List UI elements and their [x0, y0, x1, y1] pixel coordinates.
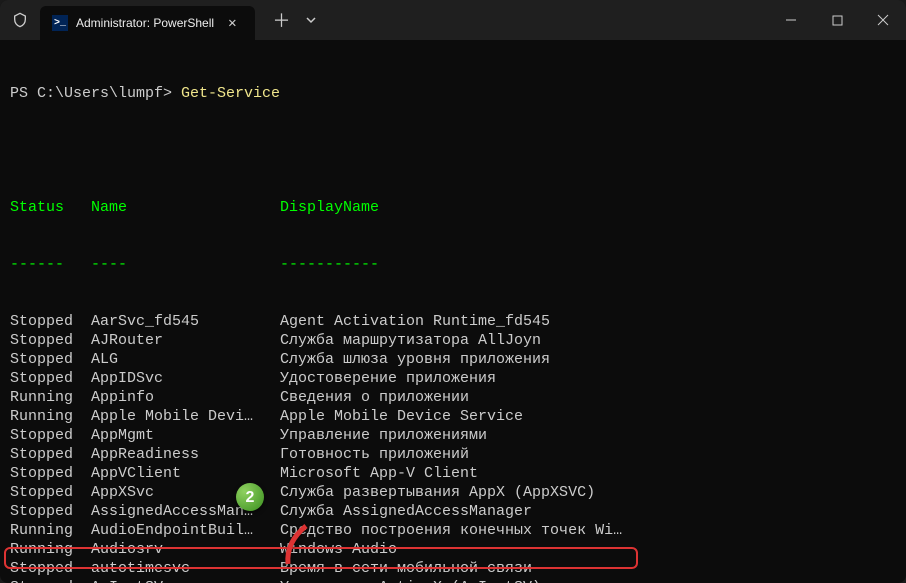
service-row: StoppedAarSvc_fd545Agent Activation Runt… [10, 312, 896, 331]
service-row: StoppedAppMgmtУправление приложениями [10, 426, 896, 445]
terminal-output[interactable]: PS C:\Users\lumpf> Get-Service StatusNam… [0, 40, 906, 583]
callout-arrow-icon [222, 503, 316, 583]
titlebar: >_ Administrator: PowerShell ✕ ＋ [0, 0, 906, 40]
prompt: PS C:\Users\lumpf> [10, 85, 181, 102]
maximize-button[interactable] [814, 0, 860, 40]
window-controls [768, 0, 906, 40]
minimize-button[interactable] [768, 0, 814, 40]
command: Get-Service [181, 85, 280, 102]
terminal-window: >_ Administrator: PowerShell ✕ ＋ PS C:\U… [0, 0, 906, 583]
tab-powershell[interactable]: >_ Administrator: PowerShell ✕ [40, 6, 255, 40]
header-displayname: DisplayName [280, 198, 379, 217]
service-row: StoppedAxInstSVУстановщик ActiveX (AxIns… [10, 578, 896, 583]
powershell-icon: >_ [52, 15, 68, 31]
service-row: RunningApple Mobile Devi…Apple Mobile De… [10, 407, 896, 426]
new-tab-button[interactable]: ＋ [265, 3, 299, 37]
service-row: StoppedAssignedAccessMan…Служба Assigned… [10, 502, 896, 521]
service-row: RunningAudiosrvWindows Audio [10, 540, 896, 559]
shield-icon [0, 12, 40, 28]
service-row: RunningAppinfoСведения о приложении [10, 388, 896, 407]
tab-title: Administrator: PowerShell [76, 16, 214, 30]
chevron-down-icon[interactable] [305, 14, 317, 26]
service-row: StoppedautotimesvcВремя в сети мобильной… [10, 559, 896, 578]
close-tab-icon[interactable]: ✕ [222, 13, 242, 34]
service-row: StoppedAppIDSvcУдостоверение приложения [10, 369, 896, 388]
service-row: StoppedAppReadinessГотовность приложений [10, 445, 896, 464]
service-row: StoppedALGСлужба шлюза уровня приложения [10, 350, 896, 369]
service-row: StoppedAJRouterСлужба маршрутизатора All… [10, 331, 896, 350]
header-name: Name [91, 198, 280, 217]
service-row: RunningAudioEndpointBuil…Средство постро… [10, 521, 896, 540]
service-row: StoppedAppVClientMicrosoft App-V Client [10, 464, 896, 483]
service-row: StoppedAppXSvcСлужба развертывания AppX … [10, 483, 896, 502]
header-status: Status [10, 198, 91, 217]
close-window-button[interactable] [860, 0, 906, 40]
